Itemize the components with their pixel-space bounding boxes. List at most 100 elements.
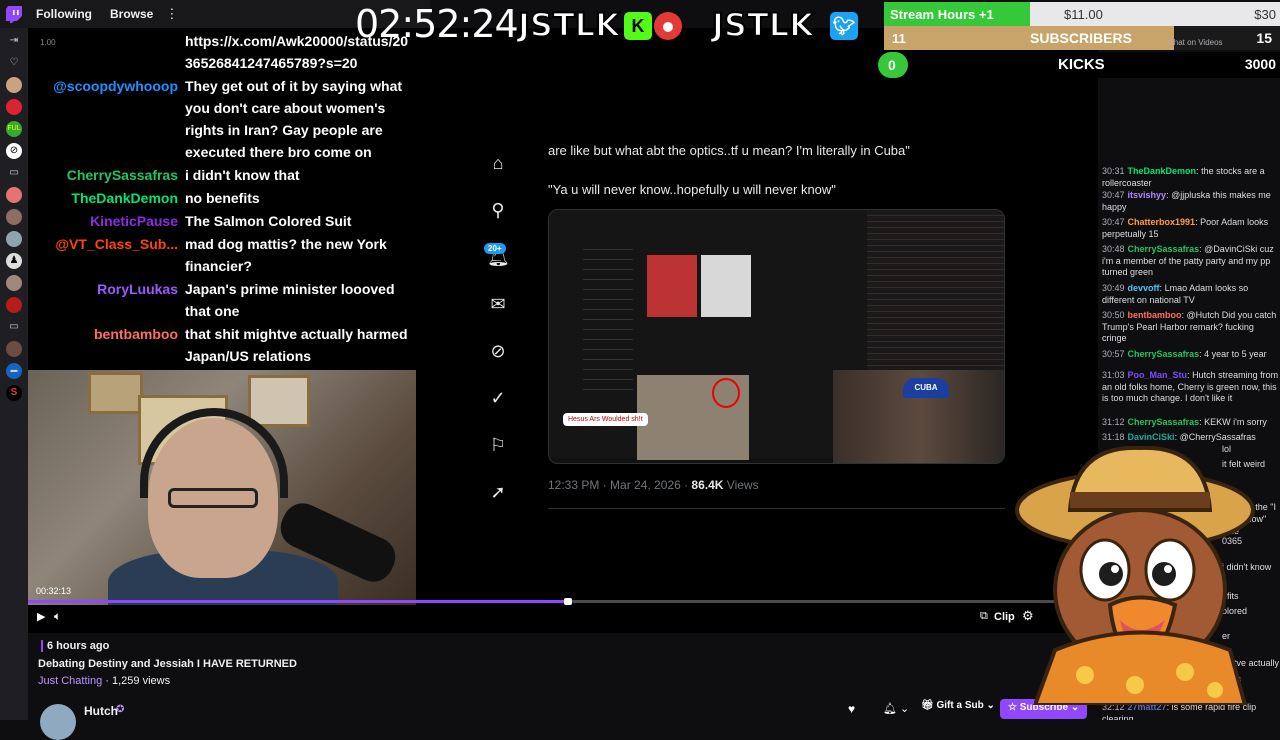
chat-message: 30:47 itsvishyy: @jjpluska this makes me …	[1102, 190, 1280, 213]
channel-avatar[interactable]: ⊘	[6, 143, 22, 159]
channel-avatar[interactable]	[40, 704, 76, 740]
chat-timestamp[interactable]: 30:47	[1102, 190, 1125, 200]
playback-time: 00:32:13	[36, 586, 72, 596]
overlay-chat-username[interactable]: @VT_Class_Sub...	[28, 233, 178, 255]
chat-timestamp[interactable]: 30:57	[1102, 349, 1125, 359]
clip-button[interactable]: Clip	[994, 611, 1015, 623]
heart-icon[interactable]: ♡	[6, 55, 22, 71]
overlay-chat-text: i didn't know that	[185, 167, 300, 183]
chat-text: 4 year to 5 year	[1204, 349, 1267, 359]
overlay-chat-message: KineticPause The Salmon Colored Suit	[28, 210, 428, 232]
overlay-chat-username[interactable]: RoryLuukas	[28, 278, 178, 300]
volume-icon[interactable]: 🔈︎	[54, 609, 61, 624]
chat-username[interactable]: CherrySassafras	[1128, 244, 1200, 254]
channel-avatar[interactable]: ▬	[6, 363, 22, 379]
stream-title[interactable]: Debating Destiny and Jessiah I HAVE RETU…	[38, 658, 297, 670]
chat-timestamp[interactable]: 31:12	[1102, 417, 1125, 427]
chat-timestamp[interactable]: 31:03	[1102, 370, 1125, 380]
channel-avatar[interactable]	[6, 77, 22, 93]
clip-icon[interactable]: ⧉	[980, 610, 988, 623]
gift-icon: 🎁︎	[921, 700, 934, 711]
nav-browse[interactable]: Browse	[110, 7, 153, 21]
goal-target-amount: $30	[1254, 7, 1276, 22]
channel-avatar[interactable]	[6, 187, 22, 203]
embedded-chat	[867, 210, 1004, 370]
chat-text: KEKW i'm sorry	[1204, 417, 1267, 427]
bookmark-icon[interactable]: ⚐	[487, 434, 509, 456]
search-icon[interactable]: ⚲	[487, 199, 509, 221]
channel-name[interactable]: Hutch	[84, 704, 118, 718]
twitter-bird-icon: 🐦︎	[830, 12, 858, 40]
channel-avatar[interactable]	[6, 99, 22, 115]
video-progress-fill	[28, 600, 569, 603]
channel-bar: Hutch ✪ ♥ 🔔︎ ⌄ 🎁︎ Gift a Sub ⌄ ☆ Subscri…	[28, 698, 1098, 740]
rocket-icon[interactable]: ➚	[487, 481, 509, 503]
chat-username[interactable]: itsvishyy	[1128, 190, 1167, 200]
channel-avatar[interactable]: FUL	[6, 121, 22, 137]
overlay-chat-username[interactable]: @scoopdywhooop	[28, 75, 178, 97]
play-icon[interactable]: ▶	[37, 610, 45, 623]
chat-username[interactable]: TheDankDemon	[1128, 166, 1197, 176]
progress-scrubber-handle[interactable]	[564, 598, 573, 605]
embedded-photo	[701, 255, 751, 317]
video-progress-bar[interactable]	[28, 598, 1098, 605]
chat-timestamp[interactable]: 30:47	[1102, 217, 1125, 227]
channel-avatar[interactable]	[6, 275, 22, 291]
channel-avatar[interactable]	[6, 231, 22, 247]
overlay-chat-text: that one	[185, 303, 240, 319]
chat-timestamp[interactable]: 30:49	[1102, 283, 1125, 293]
overlay-chat-text: mad dog mattis? the new York	[185, 236, 387, 252]
video-icon[interactable]: ▭	[6, 165, 22, 181]
channel-avatar[interactable]: S	[6, 385, 22, 401]
home-icon[interactable]: ⌂	[487, 152, 509, 174]
chat-username[interactable]: Chatterbox1991	[1128, 217, 1196, 227]
kicks-goal-count: 3000	[1244, 56, 1276, 72]
verified-icon[interactable]: ✓	[487, 387, 509, 409]
video-icon[interactable]: ▭	[6, 319, 22, 335]
webcam-feed: 00:32:13	[28, 370, 416, 605]
tweet-image[interactable]: Hesus Ars Woulded sh!t CUBA	[548, 209, 1005, 464]
gift-sub-button[interactable]: 🎁︎ Gift a Sub ⌄	[921, 700, 995, 711]
gift-sub-label: Gift a Sub	[936, 700, 984, 711]
overlay-chat-text: rights in Iran? Gay people are	[185, 122, 383, 138]
channel-avatar[interactable]	[6, 209, 22, 225]
chat-username[interactable]: devvoff	[1128, 283, 1160, 293]
chat-username[interactable]: Poo_Man_Stu	[1128, 370, 1188, 380]
notification-bell-icon[interactable]: 🔔︎ ⌄	[883, 702, 909, 715]
follow-heart-icon[interactable]: ♥	[848, 702, 855, 716]
twitch-logo-icon[interactable]	[0, 0, 28, 28]
video-info: 6 hours ago Debating Destiny and Jessiah…	[38, 640, 297, 687]
chat-username[interactable]: bentbamboo	[1128, 310, 1182, 320]
channel-avatar[interactable]	[6, 341, 22, 357]
category-link[interactable]: Just Chatting	[38, 675, 102, 687]
chat-username[interactable]: CherrySassafras	[1128, 417, 1200, 427]
chat-message: 30:49 devvoff: Lmao Adam looks so differe…	[1102, 283, 1280, 306]
chat-timestamp[interactable]: 30:31	[1102, 166, 1125, 176]
overlay-chat-text: that shit mightve actually harmed	[185, 326, 408, 342]
overlay-chat-username[interactable]: bentbamboo	[28, 323, 178, 345]
overlay-chat-username[interactable]: KineticPause	[28, 210, 178, 232]
tweet-text-line: are like but what abt the optics..tf u m…	[548, 143, 910, 158]
overlay-chat-text: financier?	[185, 258, 252, 274]
overlay-chat-username[interactable]: TheDankDemon	[28, 187, 178, 209]
overlay-chat-username[interactable]: CherrySassafras	[28, 164, 178, 186]
record-icon	[654, 12, 682, 40]
overlay-chat-text: no benefits	[185, 190, 260, 206]
chat-timestamp[interactable]: 30:48	[1102, 244, 1125, 254]
channel-avatar[interactable]: ♟	[6, 253, 22, 269]
messages-icon[interactable]: ✉	[487, 293, 509, 315]
channel-avatar[interactable]	[6, 297, 22, 313]
verified-badge-icon: ✪	[116, 704, 125, 715]
nav-following[interactable]: Following	[36, 7, 92, 21]
chat-message: 30:48 CherrySassafras: @DavinCiSki cuz i'…	[1102, 244, 1280, 279]
grok-icon[interactable]: ⊘	[487, 340, 509, 362]
more-options-icon[interactable]: ⋮	[165, 6, 178, 22]
view-count: · 1,259 views	[105, 675, 171, 687]
player-controls: ▶ 🔈︎ ⧉ Clip ⚙	[28, 606, 1098, 630]
chat-message: 30:50 bentbamboo: @Hutch Did you catch Tr…	[1102, 310, 1280, 345]
brand-logo-right: JSTLK	[711, 5, 815, 45]
chat-message: 30:31 TheDankDemon: the stocks are a roll…	[1102, 166, 1280, 189]
chat-username[interactable]: CherrySassafras	[1128, 349, 1200, 359]
expand-sidebar-icon[interactable]: ⇥	[6, 33, 22, 49]
chat-timestamp[interactable]: 30:50	[1102, 310, 1125, 320]
